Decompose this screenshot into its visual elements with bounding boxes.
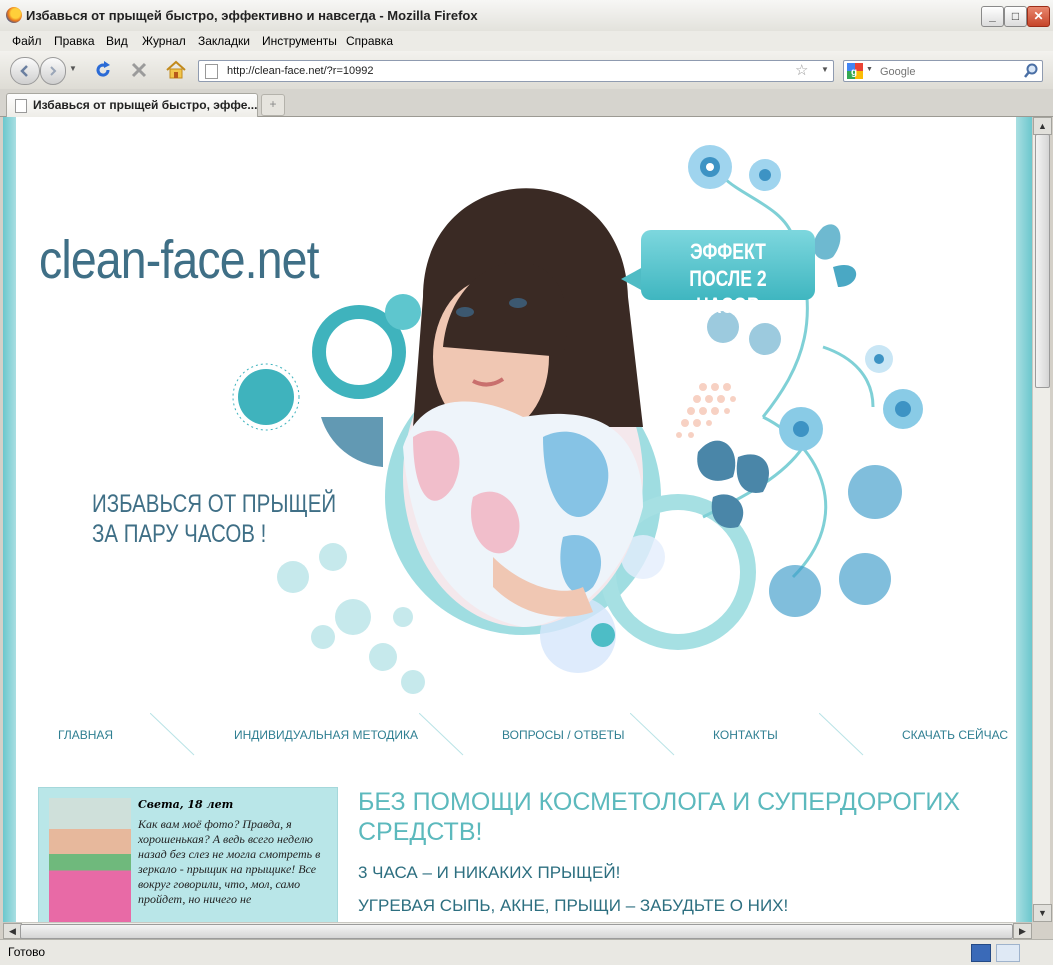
horizontal-scroll-thumb[interactable] [20, 924, 1013, 939]
close-button[interactable]: ✕ [1027, 6, 1050, 27]
history-dropdown-icon[interactable]: ▼ [69, 64, 77, 73]
url-bar[interactable]: ☆ ▼ [198, 60, 834, 82]
model-photo [403, 188, 643, 627]
status-menu-icon[interactable] [996, 944, 1020, 962]
menu-file[interactable]: Файл [12, 34, 42, 48]
nav-separator [630, 713, 675, 756]
status-bar: Готово [0, 939, 1053, 965]
testimonial-box: Света, 18 лет Как вам моё фото? Правда, … [38, 787, 338, 922]
addon-status-icon[interactable] [971, 944, 991, 962]
lace-flower-icon [277, 543, 425, 694]
nav-download-now[interactable]: СКАЧАТЬ СЕЙЧАС [902, 728, 1008, 742]
search-icon[interactable] [1023, 63, 1039, 79]
content-heading: БЕЗ ПОМОЩИ КОСМЕТОЛОГА И СУПЕРДОРОГИХ СР… [358, 788, 961, 846]
content-subheading-1: 3 ЧАСА – И НИКАКИХ ПРЫЩЕЙ! [358, 863, 621, 882]
tab-label: Избавься от прыщей быстро, эффе... [33, 98, 258, 112]
menu-help[interactable]: Справка [346, 34, 393, 48]
firefox-icon [6, 7, 22, 23]
nav-contacts[interactable]: КОНТАКТЫ [713, 728, 778, 742]
back-button[interactable] [10, 57, 40, 85]
slogan-line-1: ИЗБАВЬСЯ ОТ ПРЫЩЕЙ [92, 490, 337, 518]
search-input[interactable] [878, 63, 1022, 80]
badge-line-1: ЭФФЕКТ [690, 239, 766, 264]
menu-tools[interactable]: Инструменты [262, 34, 337, 48]
scroll-up-arrow-icon[interactable]: ▲ [1033, 117, 1052, 135]
effect-badge: ЭФФЕКТ ПОСЛЕ 2 ЧАСОВ [641, 230, 815, 318]
svg-text:g: g [851, 67, 857, 78]
tab-active[interactable]: Избавься от прыщей быстро, эффе... [6, 93, 258, 117]
reload-icon[interactable] [93, 60, 113, 80]
site-logo[interactable]: clean-face.net [39, 229, 320, 291]
search-engine-dropdown-icon[interactable]: ▼ [866, 66, 873, 73]
content-subheading-2: УГРЕВАЯ СЫПЬ, АКНЕ, ПРЫЩИ – ЗАБУДЬТЕ О Н… [358, 896, 789, 915]
deco-ring [312, 305, 406, 399]
testimonial-author: Света, 18 лет [138, 798, 234, 811]
nav-separator [819, 713, 864, 756]
new-tab-button[interactable]: + [261, 94, 285, 116]
scroll-down-arrow-icon[interactable]: ▼ [1033, 904, 1052, 922]
nav-individual-method[interactable]: ИНДИВИДУАЛЬНАЯ МЕТОДИКА [234, 728, 418, 742]
vertical-scrollbar[interactable]: ▲ ▼ [1032, 117, 1052, 922]
url-input[interactable] [225, 62, 789, 80]
badge-line-2: ПОСЛЕ 2 ЧАСОВ [689, 266, 767, 318]
status-text: Готово [8, 945, 46, 959]
forward-button[interactable] [40, 57, 66, 85]
home-icon[interactable] [165, 60, 187, 80]
page-border-right [1016, 117, 1032, 922]
menu-history[interactable]: Журнал [142, 34, 186, 48]
deco-circle [238, 369, 294, 425]
scroll-right-arrow-icon[interactable]: ▶ [1013, 923, 1032, 939]
nav-faq[interactable]: ВОПРОСЫ / ОТВЕТЫ [502, 728, 625, 742]
maximize-button[interactable]: □ [1004, 6, 1027, 27]
menu-view[interactable]: Вид [106, 34, 128, 48]
vertical-scroll-thumb[interactable] [1035, 134, 1050, 388]
url-dropdown-icon[interactable]: ▼ [821, 65, 829, 74]
nav-separator [419, 713, 464, 756]
title-bar: Избавься от прыщей быстро, эффективно и … [0, 0, 1053, 32]
slogan: ИЗБАВЬСЯ ОТ ПРЫЩЕЙ ЗА ПАРУ ЧАСОВ ! [92, 489, 336, 549]
minimize-button[interactable]: _ [981, 6, 1004, 27]
bookmark-star-icon[interactable]: ☆ [795, 61, 808, 79]
plus-icon: + [269, 97, 277, 111]
badge-tail [621, 267, 643, 291]
search-box[interactable]: g ▼ [843, 60, 1043, 82]
nav-home[interactable]: ГЛАВНАЯ [58, 728, 113, 742]
page-viewport: clean-face.net ЭФФЕКТ ПОСЛЕ 2 ЧАСОВ ИЗБА… [3, 117, 1032, 922]
forward-arrow-icon [50, 66, 57, 76]
page-icon [15, 99, 27, 113]
header-illustration [232, 145, 923, 694]
slogan-line-2: ЗА ПАРУ ЧАСОВ ! [92, 520, 267, 548]
menu-bar: Файл Правка Вид Журнал Закладки Инструме… [0, 31, 1053, 51]
menu-edit[interactable]: Правка [54, 34, 95, 48]
window-title: Избавься от прыщей быстро, эффективно и … [26, 8, 478, 23]
testimonial-photo [49, 798, 131, 922]
nav-separator [150, 713, 195, 756]
horizontal-scrollbar[interactable]: ◀ ▶ [3, 922, 1032, 939]
page-icon [205, 64, 218, 79]
menu-bookmarks[interactable]: Закладки [198, 34, 250, 48]
back-arrow-icon [20, 65, 28, 77]
tab-bar: Избавься от прыщей быстро, эффе... + [0, 89, 1053, 117]
stop-icon[interactable] [130, 61, 148, 79]
navigation-toolbar: ▼ ☆ ▼ g ▼ [0, 51, 1053, 90]
google-icon[interactable]: g [847, 63, 863, 79]
testimonial-text: Как вам моё фото? Правда, я хорошенькая?… [138, 817, 321, 906]
